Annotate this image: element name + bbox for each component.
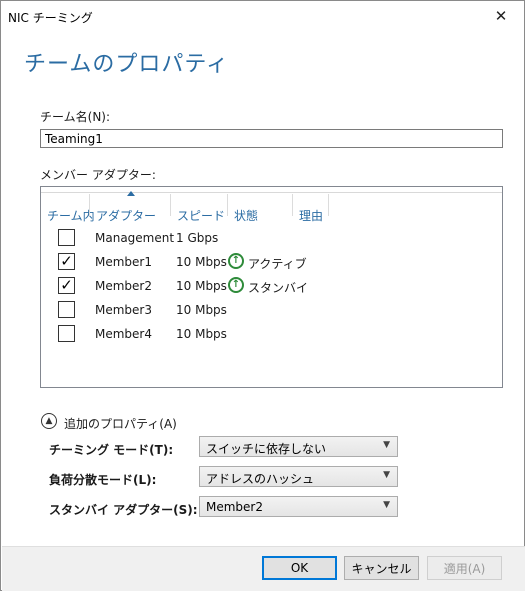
table-row[interactable]: Member3 10 Mbps bbox=[41, 298, 502, 322]
column-divider bbox=[170, 194, 171, 216]
column-reason[interactable]: 理由 bbox=[299, 207, 323, 227]
table-row[interactable]: Management 1 Gbps bbox=[41, 226, 502, 250]
member-adapters-label: メンバー アダプター: bbox=[40, 168, 156, 182]
arrow-up-circle-icon: ↑ bbox=[228, 253, 244, 269]
load-balancing-label: 負荷分散モード(L): bbox=[49, 473, 157, 487]
column-adapter[interactable]: アダプター bbox=[96, 207, 156, 227]
team-name-label: チーム名(N): bbox=[40, 110, 111, 124]
standby-adapter-select[interactable]: Member2 ▼ bbox=[199, 496, 398, 517]
chevron-down-icon: ▼ bbox=[383, 470, 390, 480]
table-row[interactable]: ✓ Member1 10 Mbps ↑ アクティブ bbox=[41, 250, 502, 274]
adapter-name: Member3 bbox=[95, 303, 152, 317]
collapse-chevron-up-icon[interactable]: ▲ bbox=[41, 413, 57, 429]
column-in-team[interactable]: チーム内 bbox=[47, 207, 95, 227]
column-speed[interactable]: スピード bbox=[177, 207, 225, 227]
arrow-up-circle-icon: ↑ bbox=[228, 277, 244, 293]
page-title: チームのプロパティ bbox=[24, 52, 230, 77]
column-status[interactable]: 状態 bbox=[234, 207, 258, 227]
adapter-speed: 10 Mbps bbox=[176, 327, 227, 341]
teaming-mode-select[interactable]: スイッチに依存しない ▼ bbox=[199, 436, 398, 457]
ok-button[interactable]: OK bbox=[262, 556, 337, 580]
apply-button[interactable]: 適用(A) bbox=[427, 556, 502, 580]
standby-adapter-label: スタンバイ アダプター(S): bbox=[49, 503, 198, 517]
list-top-divider bbox=[41, 192, 502, 193]
adapter-speed: 10 Mbps bbox=[176, 279, 227, 293]
in-team-checkbox[interactable]: ✓ bbox=[58, 253, 75, 270]
standby-adapter-value: Member2 bbox=[206, 500, 263, 514]
window-title: NIC チーミング bbox=[8, 11, 93, 25]
teaming-mode-label: チーミング モード(T): bbox=[49, 443, 174, 457]
table-row[interactable]: ✓ Member2 10 Mbps ↑ スタンバイ bbox=[41, 274, 502, 298]
chevron-down-icon: ▼ bbox=[383, 500, 390, 510]
adapter-speed: 10 Mbps bbox=[176, 303, 227, 317]
additional-properties-toggle[interactable]: 追加のプロパティ(A) bbox=[64, 415, 177, 432]
in-team-checkbox[interactable]: ✓ bbox=[58, 277, 75, 294]
cancel-button[interactable]: キャンセル bbox=[344, 556, 419, 580]
close-icon[interactable]: ✕ bbox=[478, 1, 524, 31]
table-row[interactable]: Member4 10 Mbps bbox=[41, 322, 502, 346]
adapter-name: Member2 bbox=[95, 279, 152, 293]
team-name-input[interactable] bbox=[40, 129, 503, 148]
in-team-checkbox[interactable] bbox=[58, 229, 75, 246]
adapter-name: Member4 bbox=[95, 327, 152, 341]
column-divider bbox=[292, 194, 293, 216]
in-team-checkbox[interactable] bbox=[58, 301, 75, 318]
adapter-status: スタンバイ bbox=[248, 281, 309, 295]
teaming-mode-value: スイッチに依存しない bbox=[206, 442, 327, 456]
adapter-speed: 1 Gbps bbox=[176, 231, 219, 245]
sort-ascending-icon bbox=[127, 191, 135, 196]
column-divider bbox=[227, 194, 228, 216]
in-team-checkbox[interactable] bbox=[58, 325, 75, 342]
column-divider bbox=[89, 194, 90, 216]
adapter-status: アクティブ bbox=[248, 257, 307, 271]
load-balancing-value: アドレスのハッシュ bbox=[206, 472, 315, 486]
chevron-down-icon: ▼ bbox=[383, 440, 390, 450]
title-bar: NIC チーミング ✕ bbox=[1, 1, 524, 31]
adapter-speed: 10 Mbps bbox=[176, 255, 227, 269]
nic-teaming-dialog: NIC チーミング ✕ チームのプロパティ チーム名(N): メンバー アダプタ… bbox=[0, 0, 525, 591]
load-balancing-select[interactable]: アドレスのハッシュ ▼ bbox=[199, 466, 398, 487]
adapter-name: Management bbox=[95, 231, 175, 245]
column-divider bbox=[328, 194, 329, 216]
adapter-name: Member1 bbox=[95, 255, 152, 269]
